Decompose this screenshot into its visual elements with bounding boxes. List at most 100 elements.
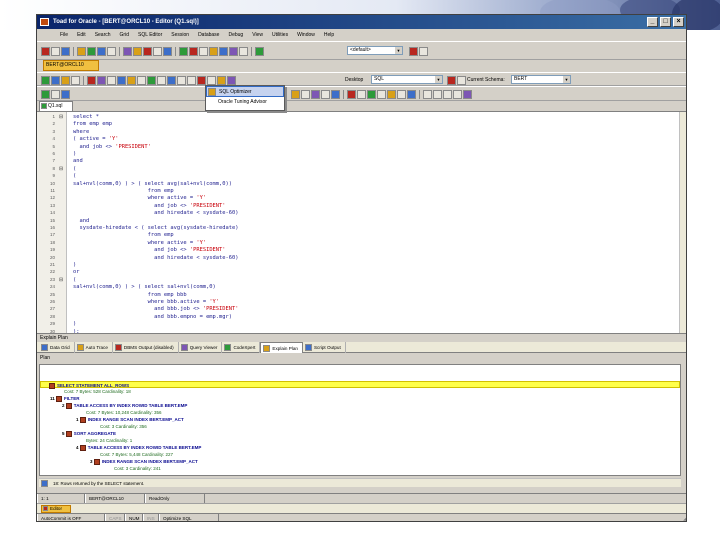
snippet-icon[interactable] — [397, 89, 406, 99]
nav-next-icon[interactable] — [443, 89, 452, 99]
run-icon[interactable] — [41, 89, 50, 99]
lowercase-icon[interactable] — [321, 89, 330, 99]
sort-icon[interactable] — [227, 75, 236, 85]
sql-editor[interactable]: 1 ⊟ 2 3 4 5 6 7 8 ⊟ 9 10 11 12 13 14 15 16 17 18 19 20 21 22 23 ⊟… — [37, 111, 686, 335]
sql-modeler-icon[interactable] — [107, 46, 116, 56]
code-line[interactable]: from emp — [73, 232, 174, 239]
menu-window[interactable]: Window — [296, 29, 316, 41]
plan-icon[interactable] — [219, 46, 228, 56]
code-line[interactable]: and job <> 'PRESIDENT' — [73, 247, 225, 254]
menu-sql-editor[interactable]: SQL Editor — [137, 29, 163, 41]
desktop-settings-icon[interactable] — [457, 75, 466, 85]
code-line[interactable]: sal+nvl(comm,0) ) > ( select sal+nvl(com… — [73, 284, 216, 291]
resize-grip-icon[interactable]: ◢ — [683, 516, 686, 521]
code-line[interactable]: and hiredate < sysdate-60) — [73, 255, 238, 262]
code-line[interactable]: and — [73, 218, 89, 225]
code-line[interactable]: select * — [73, 114, 99, 121]
code-line[interactable]: where active = 'Y' — [73, 195, 206, 202]
code-line[interactable]: or — [73, 269, 80, 276]
new-connection-icon[interactable] — [41, 46, 50, 56]
plan-row-table-access[interactable]: 4 TABLE ACCESS BY INDEX ROWID TABLE BERT… — [76, 444, 201, 451]
find-icon[interactable] — [199, 46, 208, 56]
code-line[interactable]: sal+nvl(comm,0) ) > ( select avg(sal+nvl… — [73, 181, 232, 188]
tab-q1-sql[interactable]: Q1.sql — [39, 101, 73, 111]
tuning-icon[interactable] — [143, 46, 152, 56]
code-line[interactable]: and bbb.job <> 'PRESIDENT' — [73, 306, 238, 313]
tab-script-output[interactable]: Script Output — [303, 342, 346, 353]
menu-grid[interactable]: Grid — [119, 29, 130, 41]
menu-debug[interactable]: Debug — [227, 29, 244, 41]
grid-icon[interactable] — [157, 75, 166, 85]
nav-prev-icon[interactable] — [433, 89, 442, 99]
outdent-icon[interactable] — [117, 75, 126, 85]
help-icon[interactable] — [255, 46, 264, 56]
chevron-down-icon[interactable]: ▼ — [563, 76, 570, 83]
code-line[interactable]: from emp emp — [73, 121, 112, 128]
menu-database[interactable]: Database — [197, 29, 220, 41]
print-icon[interactable] — [357, 89, 366, 99]
code-line[interactable]: where active = 'Y' — [73, 240, 206, 247]
format-icon[interactable] — [87, 75, 96, 85]
fold-toggle-icon[interactable]: ⊟ — [59, 114, 65, 120]
code-line[interactable]: from emp — [73, 188, 174, 195]
code-line[interactable]: ( active = 'Y' — [73, 136, 118, 143]
maximize-button[interactable]: □ — [660, 17, 671, 27]
tab-dbms-output[interactable]: DBMS Output (disabled) — [113, 342, 179, 353]
indent-icon[interactable] — [107, 75, 116, 85]
plan-row-filter[interactable]: 11 FILTER — [50, 395, 79, 402]
procedure-editor-icon[interactable] — [97, 46, 106, 56]
code-line[interactable]: ) — [73, 151, 76, 158]
connection-tab[interactable]: BERT@ORCL10 — [43, 60, 99, 71]
clear-icon[interactable] — [347, 89, 356, 99]
execute-script-icon[interactable] — [51, 75, 60, 85]
optimizer-dropdown-icon[interactable] — [137, 75, 146, 85]
menu-view[interactable]: View — [251, 29, 264, 41]
refresh-icon[interactable] — [419, 46, 428, 56]
menu-item-oracle-tuning-advisor[interactable]: Oracle Tuning Advisor — [206, 97, 284, 108]
editor-scrollbar[interactable] — [679, 112, 686, 333]
tune-icon[interactable] — [147, 75, 156, 85]
code-line[interactable]: and job <> 'PRESIDENT' — [73, 144, 150, 151]
load-file-icon[interactable] — [61, 89, 70, 99]
code-line[interactable]: sysdate-hiredate < ( select avg(sysdate-… — [73, 225, 238, 232]
report-icon[interactable] — [163, 46, 172, 56]
export-icon[interactable] — [367, 89, 376, 99]
code-line[interactable]: ) — [73, 321, 76, 328]
code-line[interactable]: ( — [73, 277, 76, 284]
menu-session[interactable]: Session — [170, 29, 190, 41]
execute-icon[interactable] — [41, 75, 50, 85]
history-icon[interactable] — [167, 75, 176, 85]
chevron-down-icon[interactable]: ▼ — [435, 76, 442, 83]
code-line[interactable]: and — [73, 158, 83, 165]
find-next-icon[interactable] — [291, 89, 300, 99]
menu-search[interactable]: Search — [94, 29, 112, 41]
redo-icon[interactable] — [187, 75, 196, 85]
session-browser-icon[interactable] — [123, 46, 132, 56]
save-icon[interactable] — [61, 46, 70, 56]
tab-query-viewer[interactable]: Query Viewer — [179, 342, 223, 353]
plan-row-select-statement[interactable]: SELECT STATEMENT ALL_ROWS — [40, 381, 680, 389]
code-line[interactable]: where — [73, 129, 89, 136]
editor-icon[interactable] — [87, 46, 96, 56]
replace-icon[interactable] — [301, 89, 310, 99]
window-bar-editor-button[interactable]: Editor — [41, 505, 71, 513]
undo-icon[interactable] — [177, 75, 186, 85]
schema-browser-icon[interactable] — [77, 46, 86, 56]
describe-icon[interactable] — [311, 89, 320, 99]
comment-icon[interactable] — [97, 75, 106, 85]
copy-icon[interactable] — [207, 75, 216, 85]
nav-first-icon[interactable] — [423, 89, 432, 99]
options-icon[interactable] — [377, 89, 386, 99]
chevron-down-icon[interactable]: ▼ — [395, 47, 402, 54]
code-line[interactable]: from emp bbb — [73, 292, 187, 299]
new-tab-icon[interactable] — [51, 89, 60, 99]
schema-combo[interactable]: <default> ▼ — [347, 46, 403, 55]
plan-row-table-access[interactable]: 2 TABLE ACCESS BY INDEX ROWID TABLE BERT… — [62, 402, 187, 409]
pin-icon[interactable] — [463, 89, 472, 99]
uppercase-icon[interactable] — [331, 89, 340, 99]
plan-row-sort-aggregate[interactable]: 5 SORT AGGREGATE — [62, 430, 116, 437]
code-line[interactable]: ) — [73, 262, 76, 269]
disconnect-icon[interactable] — [409, 46, 418, 56]
desktop-save-icon[interactable] — [447, 75, 456, 85]
desktop-combo[interactable]: SQL ▼ — [371, 75, 443, 84]
